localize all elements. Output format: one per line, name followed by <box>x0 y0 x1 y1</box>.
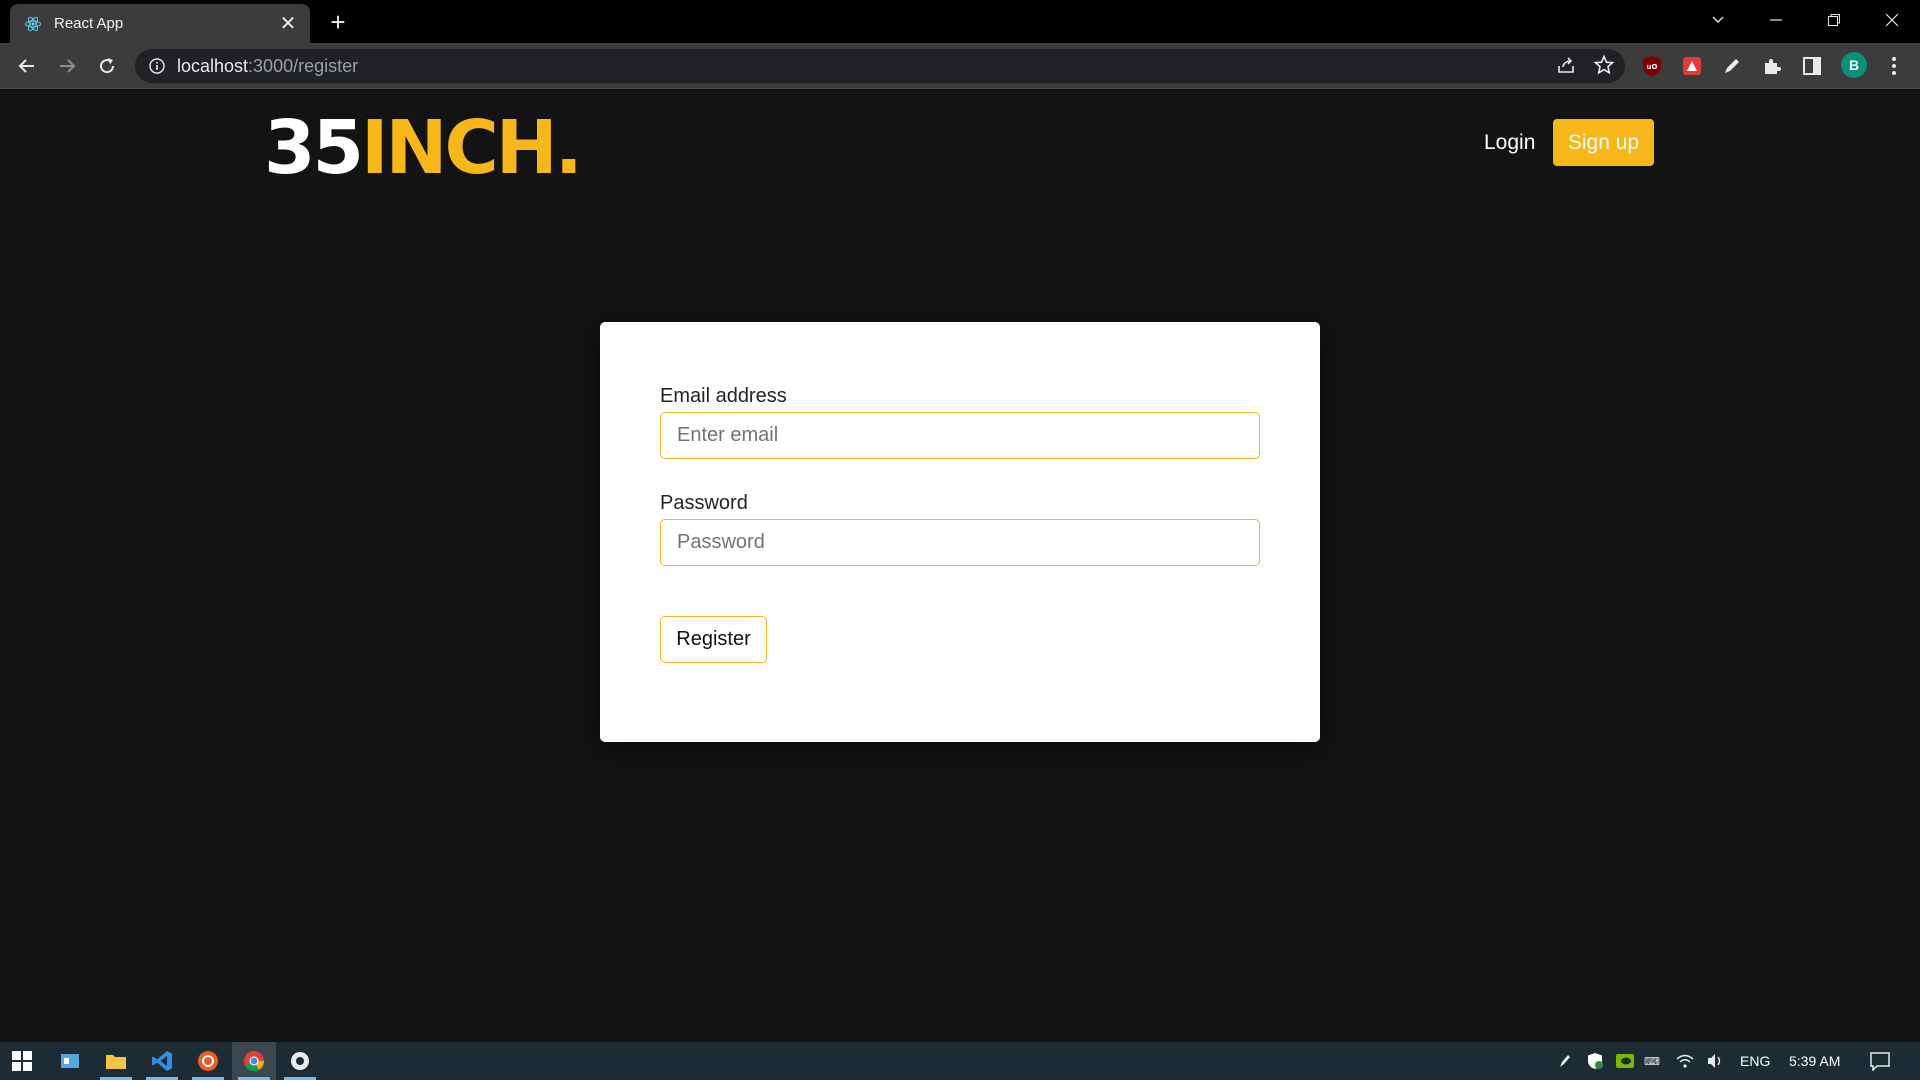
file-explorer-icon[interactable] <box>94 1042 138 1080</box>
restore-icon[interactable] <box>1806 0 1862 40</box>
input-method-icon[interactable]: ⌨ <box>1644 1042 1664 1080</box>
postman-icon[interactable] <box>186 1042 230 1080</box>
logo-part-yellow: INCH <box>360 105 558 191</box>
extension-red-icon[interactable] <box>1681 55 1703 77</box>
wifi-icon[interactable] <box>1676 1042 1694 1080</box>
nvidia-icon[interactable] <box>1616 1042 1634 1080</box>
taskbar: ⌨ ENG 5:39 AM <box>0 1042 1920 1080</box>
url-path: :3000/register <box>248 55 359 76</box>
email-field[interactable] <box>660 412 1260 459</box>
pen-icon[interactable] <box>1721 55 1743 77</box>
app-icon[interactable] <box>278 1042 322 1080</box>
back-icon[interactable] <box>12 51 42 81</box>
register-button[interactable]: Register <box>660 616 767 663</box>
close-icon[interactable]: ✕ <box>276 12 300 36</box>
logo-dot: . <box>554 105 583 191</box>
info-icon[interactable] <box>149 58 165 74</box>
windows-start-icon[interactable] <box>0 1042 44 1080</box>
minimize-icon[interactable] <box>1748 0 1804 40</box>
share-icon[interactable] <box>1555 54 1577 76</box>
volume-icon[interactable] <box>1706 1042 1724 1080</box>
clock[interactable]: 5:39 AM <box>1789 1042 1840 1080</box>
password-label: Password <box>660 492 748 514</box>
register-form-card: Email address Password Register <box>600 322 1320 742</box>
chrome-icon[interactable] <box>232 1042 276 1080</box>
brand-logo[interactable]: 35INCH. <box>264 111 594 185</box>
task-view-icon[interactable] <box>48 1042 92 1080</box>
vscode-icon[interactable] <box>140 1042 184 1080</box>
window-close-icon[interactable] <box>1864 0 1920 40</box>
password-field[interactable] <box>660 519 1260 566</box>
svg-text:uO: uO <box>1647 63 1658 71</box>
plus-icon[interactable]: + <box>324 7 352 37</box>
browser-tab[interactable]: React App ✕ <box>10 4 310 43</box>
profile-avatar[interactable]: B <box>1841 52 1867 78</box>
star-icon[interactable] <box>1593 54 1615 76</box>
side-panel-icon[interactable] <box>1801 55 1823 77</box>
notification-icon[interactable] <box>1869 1042 1891 1080</box>
email-label: Email address <box>660 385 787 407</box>
url-host: localhost <box>177 55 249 76</box>
logo-part-white: 35 <box>264 105 364 191</box>
kebab-menu-icon[interactable] <box>1883 55 1905 77</box>
forward-icon[interactable] <box>52 51 82 81</box>
browser-tab-strip: React App ✕ + <box>0 0 1920 43</box>
login-link[interactable]: Login <box>1484 131 1535 155</box>
puzzle-icon[interactable] <box>1761 55 1783 77</box>
address-bar[interactable]: localhost:3000/register <box>135 49 1625 83</box>
signup-button[interactable]: Sign up <box>1553 119 1654 166</box>
svg-text:⌨: ⌨ <box>1644 1055 1660 1068</box>
tab-title: React App <box>54 15 124 32</box>
language-indicator[interactable]: ENG <box>1740 1042 1770 1080</box>
page: 35INCH. Login Sign up Email address Pass… <box>0 89 1920 1042</box>
reload-icon[interactable] <box>92 51 122 81</box>
tray-pen-icon[interactable] <box>1556 1042 1572 1080</box>
browser-toolbar: localhost:3000/register uO <box>0 43 1920 89</box>
chevron-down-icon[interactable] <box>1690 0 1746 40</box>
security-shield-icon[interactable] <box>1586 1042 1604 1080</box>
react-favicon <box>25 16 41 31</box>
ublock-icon[interactable]: uO <box>1641 55 1663 77</box>
